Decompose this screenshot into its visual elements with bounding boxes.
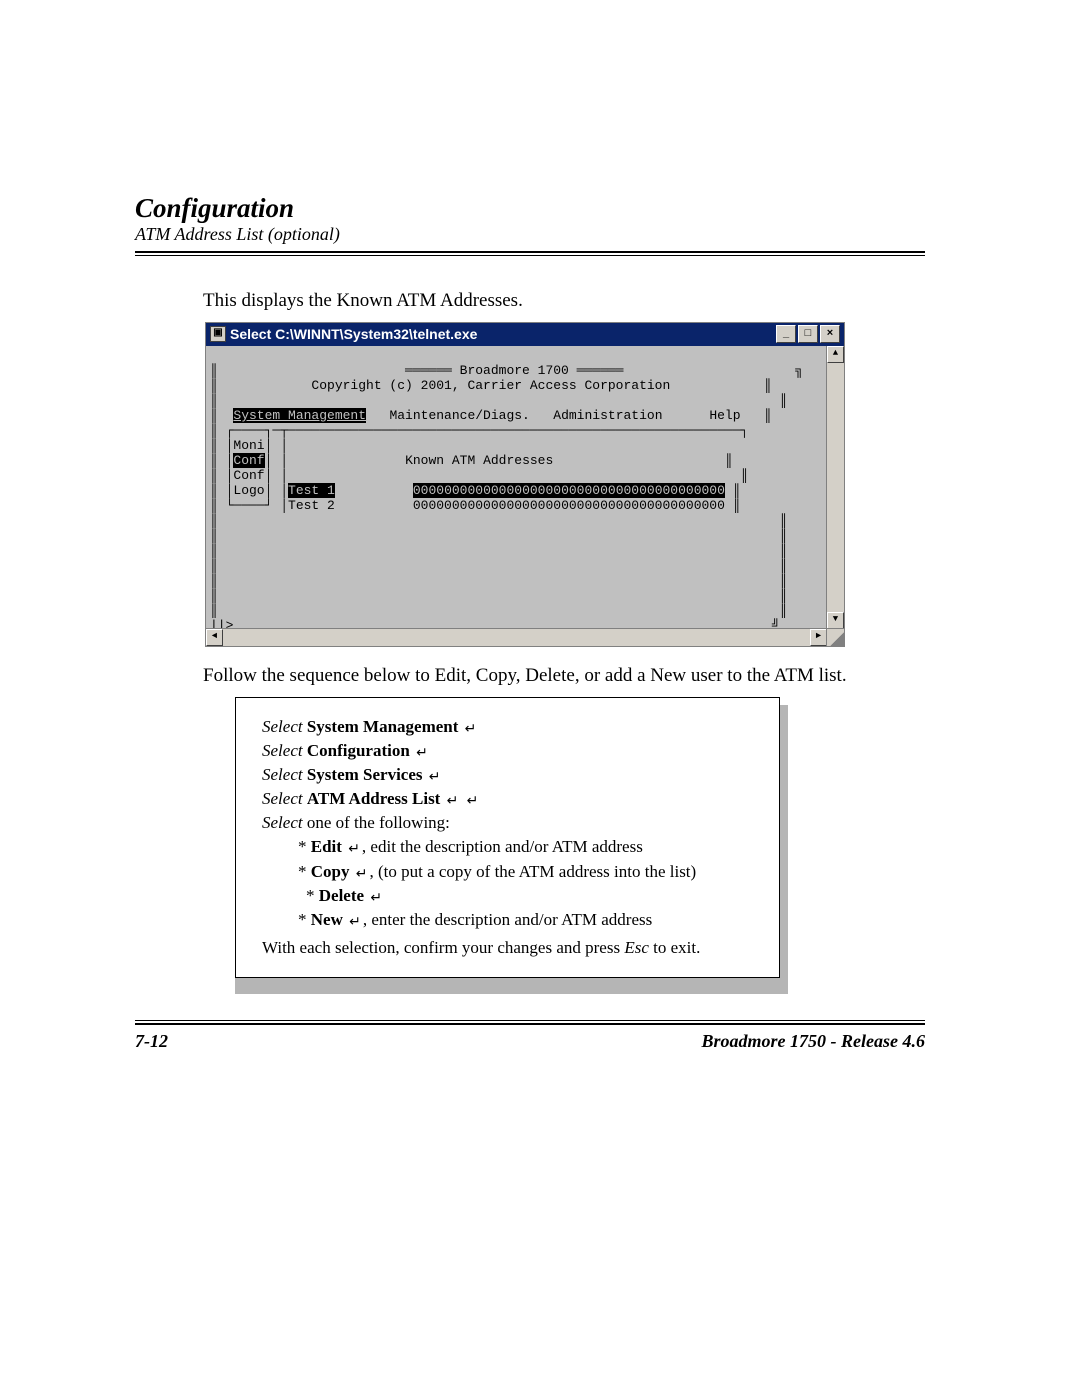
telnet-title-text: Select C:\WINNT\System32\telnet.exe xyxy=(230,326,477,342)
scroll-up-icon[interactable]: ▲ xyxy=(827,346,844,363)
row-0-name[interactable]: Test 1 xyxy=(288,483,335,498)
close-button[interactable]: × xyxy=(820,325,840,343)
inst-step-1: Select System Management ↵ xyxy=(262,716,757,738)
footer-product: Broadmore 1750 - Release 4.6 xyxy=(702,1031,925,1052)
header-rule-thin xyxy=(135,255,925,256)
footer-rule-thin xyxy=(135,1020,925,1021)
return-icon: ↵ xyxy=(465,719,477,737)
return-icon: ↵ xyxy=(370,888,382,906)
scrollbar-vertical[interactable]: ▲ ▼ xyxy=(826,346,844,629)
row-1-addr: 0000000000000000000000000000000000000000 xyxy=(413,498,725,513)
return-icon: ↵ xyxy=(416,743,428,761)
inst-opt-edit: * Edit ↵, edit the description and/or AT… xyxy=(298,836,757,858)
footer-rule-thick xyxy=(135,1023,925,1025)
banner-copyright: Copyright (c) 2001, Carrier Access Corpo… xyxy=(311,378,670,393)
inst-opt-copy: * Copy ↵, (to put a copy of the ATM addr… xyxy=(298,861,757,883)
scroll-right-icon[interactable]: ► xyxy=(810,629,827,646)
side-menu-moni[interactable]: Moni xyxy=(233,438,264,453)
banner-product: Broadmore 1700 xyxy=(460,363,569,378)
side-menu-conf2[interactable]: Conf xyxy=(233,468,264,483)
instruction-box: Select System Management ↵ Select Config… xyxy=(235,697,780,978)
panel-title: Known ATM Addresses xyxy=(405,453,553,468)
telnet-titlebar: ▣ Select C:\WINNT\System32\telnet.exe _ … xyxy=(205,322,845,346)
footer-page-number: 7-12 xyxy=(135,1031,168,1052)
maximize-button[interactable]: □ xyxy=(798,325,818,343)
page-title: Configuration xyxy=(135,195,925,222)
scroll-down-icon[interactable]: ▼ xyxy=(827,612,844,629)
telnet-window: ▣ Select C:\WINNT\System32\telnet.exe _ … xyxy=(205,322,845,647)
menu-system-management[interactable]: System Management xyxy=(233,408,366,423)
inst-step-3: Select System Services ↵ xyxy=(262,764,757,786)
telnet-body: ║ ══════ Broadmore 1700 ══════ ╗ ║ Copyr… xyxy=(205,346,845,647)
inst-opt-delete: * Delete ↵ xyxy=(306,885,757,907)
page-footer: 7-12 Broadmore 1750 - Release 4.6 xyxy=(135,1020,925,1052)
header-rule-thick xyxy=(135,251,925,253)
inst-confirm: With each selection, confirm your change… xyxy=(262,937,757,959)
return-icon: ↵ xyxy=(356,864,368,882)
scrollbar-horizontal[interactable]: ◄ ► xyxy=(206,628,827,646)
inst-opt-new: * New ↵, enter the description and/or AT… xyxy=(298,909,757,931)
follow-text: Follow the sequence below to Edit, Copy,… xyxy=(203,665,925,687)
menu-administration[interactable]: Administration xyxy=(553,408,662,423)
scroll-left-icon[interactable]: ◄ xyxy=(206,629,223,646)
inst-step-4: Select ATM Address List ↵ ↵ xyxy=(262,788,757,810)
app-icon: ▣ xyxy=(210,326,226,342)
side-menu-conf[interactable]: Conf xyxy=(233,453,264,468)
intro-text: This displays the Known ATM Addresses. xyxy=(203,290,925,312)
terminal-content[interactable]: ║ ══════ Broadmore 1700 ══════ ╗ ║ Copyr… xyxy=(206,346,827,629)
resize-grip[interactable] xyxy=(826,628,844,646)
term-rule-top: ║ ══════ xyxy=(210,363,460,378)
instruction-box-shadow: Select System Management ↵ Select Config… xyxy=(235,705,788,994)
minimize-button[interactable]: _ xyxy=(776,325,796,343)
term-rule-top2: ══════ ╗ xyxy=(569,363,803,378)
return-icon: ↵ xyxy=(348,839,360,857)
return-icon: ↵ xyxy=(349,912,361,930)
menu-maintenance-diags[interactable]: Maintenance/Diags. xyxy=(389,408,529,423)
row-1-name[interactable]: Test 2 xyxy=(288,498,335,513)
menu-help[interactable]: Help xyxy=(709,408,740,423)
inst-step-2: Select Configuration ↵ xyxy=(262,740,757,762)
inst-step-5: Select one of the following: xyxy=(262,812,757,834)
side-menu-logo[interactable]: Logo xyxy=(233,483,264,498)
page-subtitle: ATM Address List (optional) xyxy=(135,224,925,245)
row-0-addr: 0000000000000000000000000000000000000000 xyxy=(413,483,725,498)
return-icon: ↵ xyxy=(467,791,479,809)
return-icon: ↵ xyxy=(447,791,459,809)
return-icon: ↵ xyxy=(429,767,441,785)
